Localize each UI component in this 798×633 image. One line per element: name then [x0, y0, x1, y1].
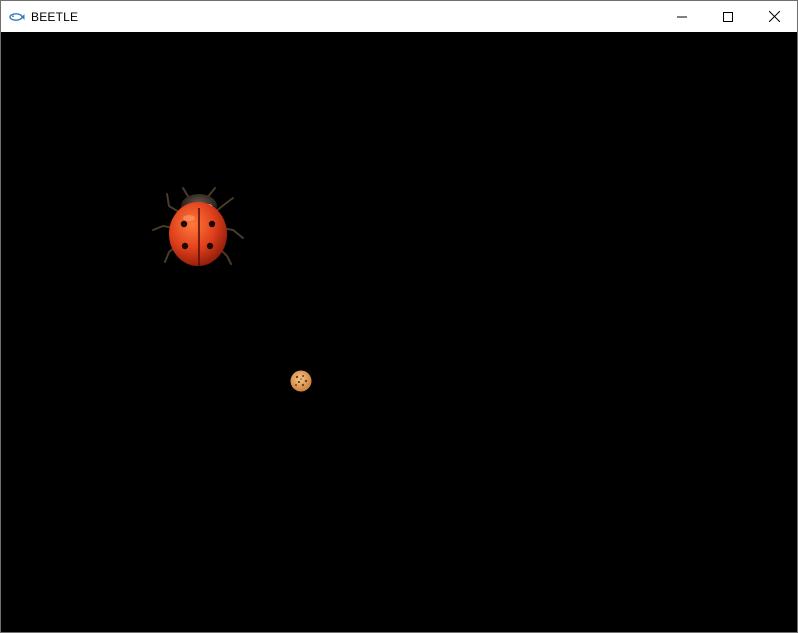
maximize-button[interactable]	[705, 1, 751, 32]
ladybug-icon	[152, 187, 244, 266]
window-title: BEETLE	[31, 9, 79, 24]
app-fish-icon	[9, 9, 25, 25]
app-window: BEETLE	[0, 0, 798, 633]
cookie-icon	[290, 370, 312, 392]
minimize-icon	[677, 16, 687, 17]
window-controls	[659, 1, 797, 32]
close-button[interactable]	[751, 1, 797, 32]
close-icon	[768, 11, 780, 22]
game-canvas[interactable]	[1, 32, 797, 632]
title-bar[interactable]: BEETLE	[1, 1, 797, 32]
minimize-button[interactable]	[659, 1, 705, 32]
maximize-icon	[723, 11, 733, 22]
